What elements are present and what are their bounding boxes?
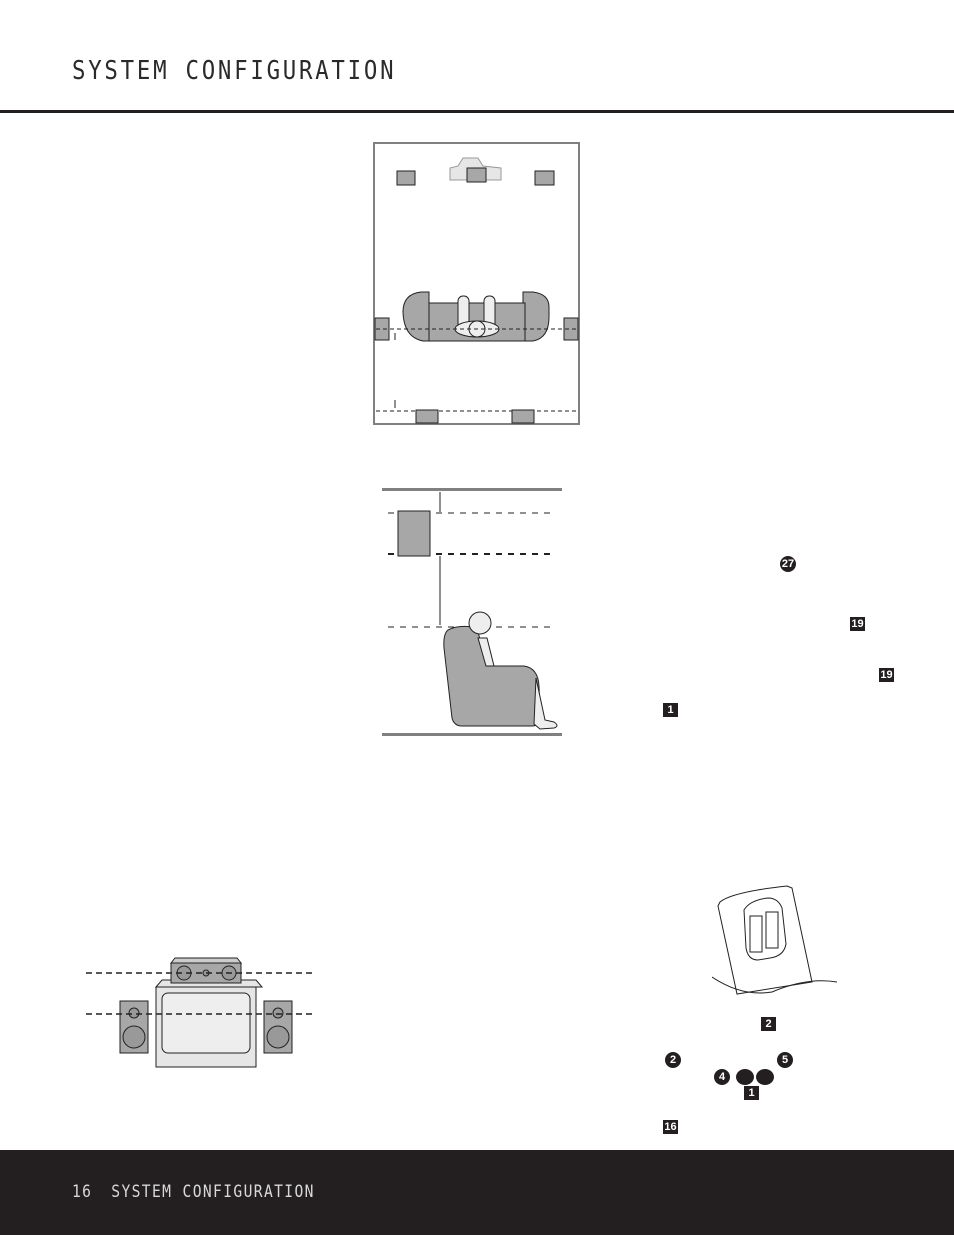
battery-right	[765, 911, 779, 949]
footer-text: 16 SYSTEM CONFIGURATION	[72, 1182, 334, 1202]
surround-speaker	[397, 510, 431, 557]
page-footer: 16 SYSTEM CONFIGURATION	[0, 1150, 954, 1235]
callout-marker: 2	[665, 1052, 681, 1068]
floor-line	[382, 733, 562, 736]
room-top-view-figure	[373, 142, 580, 425]
ceiling-line	[382, 488, 562, 491]
left-woofer	[122, 1025, 146, 1049]
callout-marker: 2	[761, 1017, 776, 1031]
callout-marker: 1	[744, 1086, 759, 1100]
battery-left	[749, 915, 763, 953]
footer-section: SYSTEM CONFIGURATION	[111, 1182, 315, 1202]
callout-marker: 1	[663, 703, 678, 717]
center-speaker-top	[169, 957, 243, 964]
callout-marker: 4	[714, 1069, 730, 1085]
front-right-speaker	[534, 170, 555, 186]
front-view-figure	[86, 957, 314, 1068]
page-number: 16	[72, 1182, 93, 1202]
callout-marker	[736, 1069, 754, 1085]
remote-battery-figure	[712, 885, 838, 995]
tv-screen	[161, 992, 251, 1054]
callout-marker: 5	[777, 1052, 793, 1068]
center-speaker	[466, 167, 487, 183]
callout-marker	[756, 1069, 774, 1085]
page-title: SYSTEM CONFIGURATION	[72, 56, 397, 86]
title-rule	[0, 110, 954, 113]
callout-marker: 19	[850, 617, 865, 631]
callout-marker: 16	[663, 1120, 678, 1134]
armchair	[443, 625, 541, 727]
callout-marker: 27	[780, 556, 796, 572]
right-tweeter	[272, 1007, 284, 1019]
callout-marker: 19	[879, 668, 894, 682]
rear-left-speaker	[415, 409, 439, 424]
right-woofer	[266, 1025, 290, 1049]
front-left-speaker	[396, 170, 416, 186]
person-head	[468, 611, 492, 635]
rear-right-speaker	[511, 409, 535, 424]
side-view-figure	[382, 488, 562, 736]
person-legs	[533, 677, 558, 730]
left-tweeter	[128, 1007, 140, 1019]
